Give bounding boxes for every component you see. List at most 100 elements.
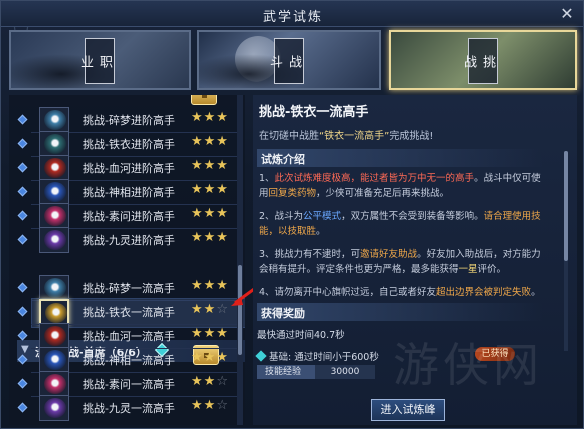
list-item[interactable]: 挑战-血河一流高手 ★★★ <box>17 323 245 349</box>
rule-text: 4、请勿离开中心旗帜过远，自己或者好友 <box>259 287 437 298</box>
tab-challenge[interactable]: 挑 战 <box>389 30 577 90</box>
rule-text: 评价。 <box>477 264 507 275</box>
list-item-label: 挑战-神相一流高手 <box>83 354 175 367</box>
rule-text-orange: 邀请好友助战 <box>360 249 418 260</box>
list-item-label: 挑战-碎梦一流高手 <box>83 282 175 295</box>
banner-char: 业 <box>78 55 93 70</box>
stars-filled: ★★★ <box>191 326 229 341</box>
watermark: 游侠网 <box>393 338 543 392</box>
list-item-label: 挑战-九灵一流高手 <box>83 402 175 415</box>
sect-icon <box>39 131 69 157</box>
rule-text: 1、 <box>259 173 275 184</box>
detail-scrollbar[interactable] <box>564 151 568 351</box>
stars-filled: ★★★ <box>191 278 229 293</box>
bullet-icon <box>17 402 28 413</box>
detail-title: 挑战-铁衣一流高手 <box>259 105 369 120</box>
tab-profession[interactable]: 职 业 <box>9 30 191 90</box>
tab-combat[interactable]: 战 斗 <box>197 30 381 90</box>
reward-header: 获得奖励 <box>257 303 543 321</box>
bullet-icon <box>17 378 28 389</box>
sect-icon <box>39 395 69 421</box>
list-item-label: 挑战-血河一流高手 <box>83 330 175 343</box>
scrollbar-thumb[interactable] <box>564 151 568 261</box>
list-item-label: 挑战-神相进阶高手 <box>83 186 175 199</box>
stars-filled: ★★ <box>191 398 217 413</box>
star-rating: ★★★ <box>191 206 229 221</box>
rule-text-yellow: 一星 <box>458 264 478 275</box>
bullet-icon <box>17 282 28 293</box>
banner-char: 挑 <box>480 55 495 70</box>
stars-filled: ★★★ <box>191 158 229 173</box>
exp-value: 30000 <box>315 365 375 379</box>
rule-text: 。 <box>531 287 541 298</box>
stars-filled: ★★ <box>191 374 217 389</box>
stars-filled: ★★★ <box>191 182 229 197</box>
star-rating: ★★★ <box>191 158 229 173</box>
rule-4: 4、请勿离开中心旗帜过远，自己或者好友超出边界会被判定失败。 <box>259 285 543 300</box>
rule-text-orange: 回复类药物 <box>268 188 317 199</box>
list-item-label: 挑战-铁衣进阶高手 <box>83 138 175 151</box>
bullet-icon <box>17 330 28 341</box>
list-item[interactable]: 挑战-神相一流高手 ★★★ <box>17 347 245 373</box>
stars-filled: ★★★ <box>191 134 229 149</box>
bullet-icon <box>17 138 28 149</box>
list-item[interactable]: 挑战-素问一流高手 ★★☆ <box>17 371 245 397</box>
list-item[interactable]: 挑战-碎梦进阶高手 ★★★ <box>17 107 245 133</box>
bullet-icon <box>17 306 28 317</box>
exp-reward: 技能经验 30000 <box>257 365 375 379</box>
banner-char: 斗 <box>267 55 282 70</box>
list-item[interactable]: 挑战-九灵进阶高手 ★★★ <box>17 227 245 253</box>
basic-condition-text: 基础: 通过时间小于600秒 <box>269 352 379 363</box>
exp-key: 技能经验 <box>257 365 315 379</box>
rule-text-blue: 公平模式 <box>303 211 342 222</box>
list-item-label: 挑战-素问进阶高手 <box>83 210 175 223</box>
list-item[interactable]: 挑战-铁衣一流高手 ★★☆ <box>17 298 245 328</box>
bullet-icon <box>17 114 28 125</box>
sect-icon <box>39 323 69 349</box>
list-item[interactable]: 挑战-碎梦一流高手 ★★★ <box>17 275 245 301</box>
stars-filled: ★★★ <box>191 206 229 221</box>
stars-empty: ☆ <box>216 374 229 389</box>
sect-icon <box>39 347 69 373</box>
intro-header-text: 试炼介绍 <box>261 153 305 166</box>
list-scrollbar[interactable] <box>237 95 243 425</box>
subtitle-highlight: “铁衣一流高手” <box>319 131 390 142</box>
rule-text: 2、战斗为 <box>259 211 304 222</box>
rule-text: ，双方属性不会受到装备等影响。 <box>341 211 484 222</box>
gem-icon <box>255 350 267 362</box>
sect-icon <box>39 227 69 253</box>
banner-tag-profession: 职 业 <box>78 38 115 84</box>
star-rating: ★★★ <box>191 182 229 197</box>
subtitle-text: 在切磋中战胜 <box>259 131 319 142</box>
star-rating: ★★★ <box>191 110 229 125</box>
list-item[interactable]: 挑战-铁衣进阶高手 ★★★ <box>17 131 245 157</box>
enter-trial-button[interactable]: 进入试炼峰 <box>371 399 445 421</box>
list-item[interactable]: 挑战-九灵一流高手 ★★☆ <box>17 395 245 421</box>
close-icon[interactable]: ✕ <box>557 4 577 24</box>
banner-char: 战 <box>286 55 301 70</box>
challenge-list[interactable]: 挑战-碎梦进阶高手 ★★★ 挑战-铁衣进阶高手 ★★★ 挑战-血河进阶高手 ★★★ 挑战-神… <box>9 95 245 425</box>
rule-2: 2、战斗为公平模式，双方属性不会受到装备等影响。请合理使用技能，以技取胜。 <box>259 209 543 239</box>
title-bar: 武学试炼 ✕ <box>1 1 583 27</box>
list-item[interactable]: 挑战-素问进阶高手 ★★★ <box>17 203 245 229</box>
treasure-chest-icon[interactable] <box>191 95 217 105</box>
sect-icon <box>39 155 69 181</box>
best-time: 最快通过时间40.7秒 <box>257 330 345 341</box>
star-rating: ★★☆ <box>191 374 229 389</box>
sect-icon <box>39 299 69 325</box>
banner-tag-challenge: 挑 战 <box>461 38 498 84</box>
banner-char: 职 <box>97 55 112 70</box>
rule-text-orange: 超出边界会被判定失败 <box>436 287 532 298</box>
banner-char: 战 <box>461 55 476 70</box>
intro-header: 试炼介绍 <box>257 149 543 167</box>
bullet-icon <box>17 162 28 173</box>
window-title: 武学试炼 <box>262 10 323 25</box>
rule-text-red: 此次试炼难度极高，能过者皆为万中无一的高手 <box>274 173 475 184</box>
detail-subtitle: 在切磋中战胜“铁衣一流高手”完成挑战! <box>259 127 433 142</box>
list-item[interactable]: 挑战-神相进阶高手 ★★★ <box>17 179 245 205</box>
stars-filled: ★★★ <box>191 350 229 365</box>
rule-text: ，少侠可准备充足后再来挑战。 <box>316 188 450 199</box>
stars-empty: ☆ <box>216 398 229 413</box>
bullet-icon <box>17 186 28 197</box>
list-item[interactable]: 挑战-血河进阶高手 ★★★ <box>17 155 245 181</box>
